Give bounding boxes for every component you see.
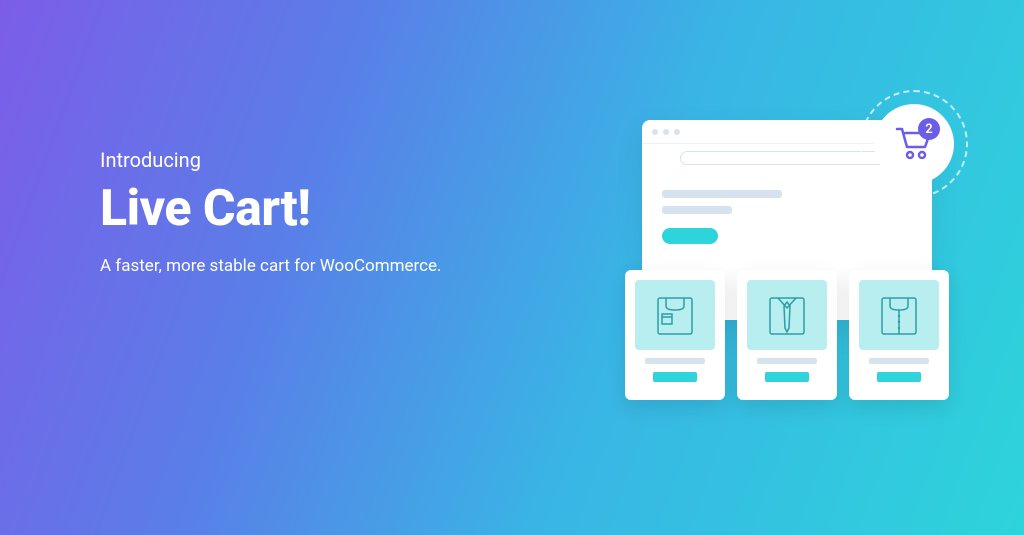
card-button <box>877 372 921 382</box>
window-dot <box>663 129 669 135</box>
placeholder-line <box>757 358 817 364</box>
product-card <box>737 270 837 400</box>
product-image <box>635 280 715 350</box>
nav-spacer <box>656 153 670 163</box>
placeholder-line <box>645 358 705 364</box>
card-button <box>765 372 809 382</box>
hero-illustration: 2 <box>612 90 962 400</box>
card-button <box>653 372 697 382</box>
product-cards <box>612 270 962 400</box>
cart-circle: 2 <box>874 104 954 184</box>
placeholder-line <box>662 190 782 198</box>
shirt-tie-icon <box>764 292 810 338</box>
window-dot <box>652 129 658 135</box>
cta-pill <box>662 228 718 244</box>
window-dot <box>674 129 680 135</box>
product-image <box>859 280 939 350</box>
product-card <box>625 270 725 400</box>
product-card <box>849 270 949 400</box>
hero-title: Live Cart! <box>100 180 442 238</box>
hero-small-heading: Introducing <box>100 148 442 172</box>
hero-text: Introducing Live Cart! A faster, more st… <box>100 148 442 276</box>
placeholder-line <box>662 206 732 214</box>
cart-badge-ring: 2 <box>860 90 968 198</box>
hero-subtitle: A faster, more stable cart for WooCommer… <box>100 256 442 276</box>
shirt-buttons-icon <box>876 292 922 338</box>
cart-count-badge: 2 <box>918 118 940 140</box>
product-image <box>747 280 827 350</box>
shirt-pocket-icon <box>652 292 698 338</box>
placeholder-line <box>869 358 929 364</box>
